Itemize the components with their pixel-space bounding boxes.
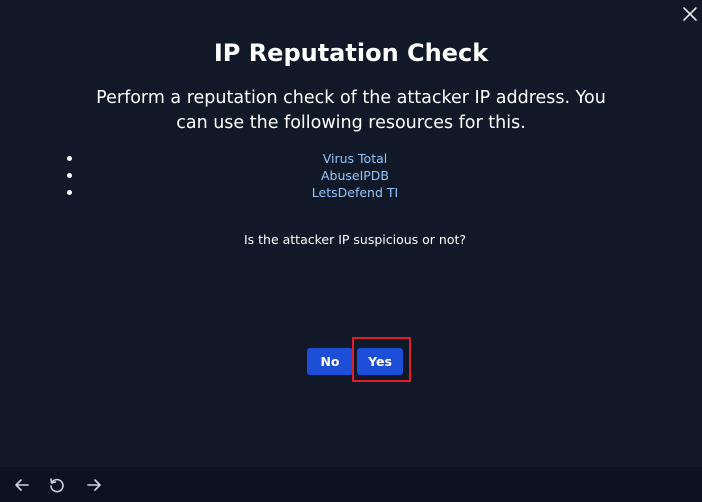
link-letsdefend-ti[interactable]: LetsDefend TI	[312, 185, 398, 200]
no-button[interactable]: No	[307, 348, 353, 375]
list-item: LetsDefend TI	[60, 184, 650, 201]
list-item: AbuseIPDB	[60, 167, 650, 184]
link-abuseipdb[interactable]: AbuseIPDB	[321, 168, 389, 183]
bullet	[67, 190, 72, 195]
arrow-right-icon[interactable]	[85, 476, 103, 494]
arrow-left-icon[interactable]	[13, 476, 31, 494]
resource-list: Virus Total AbuseIPDB LetsDefend TI	[60, 150, 650, 201]
link-virus-total[interactable]: Virus Total	[323, 151, 388, 166]
question-text: Is the attacker IP suspicious or not?	[243, 232, 467, 247]
close-icon[interactable]	[682, 6, 698, 22]
list-item: Virus Total	[60, 150, 650, 167]
bullet	[67, 173, 72, 178]
modal-title: IP Reputation Check	[213, 39, 489, 67]
bullet	[67, 156, 72, 161]
yes-button[interactable]: Yes	[357, 348, 403, 375]
navigation-bar	[0, 467, 702, 502]
modal-description: Perform a reputation check of the attack…	[96, 88, 606, 133]
reputation-check-modal: IP Reputation Check Perform a reputation…	[0, 0, 702, 467]
refresh-icon[interactable]	[48, 476, 66, 494]
